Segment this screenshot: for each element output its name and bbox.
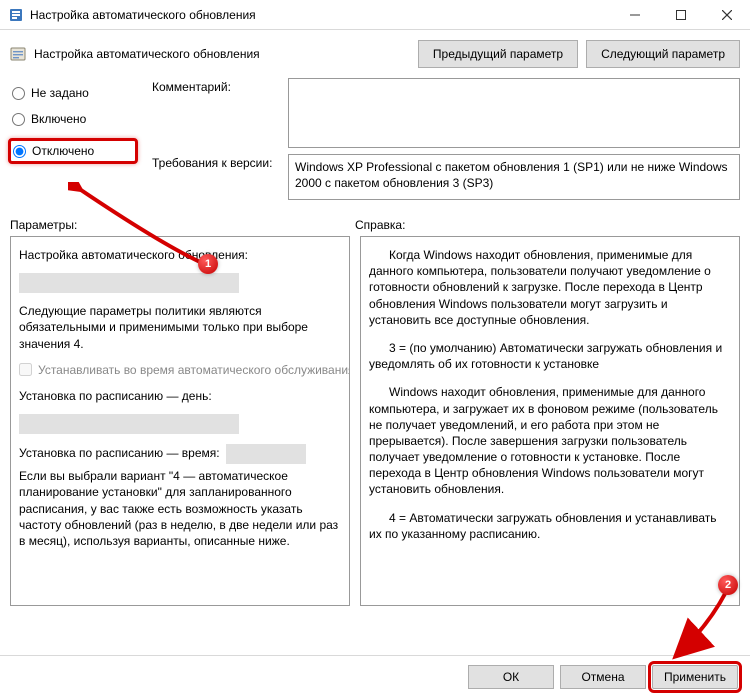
sched-time-dropdown[interactable] xyxy=(226,444,306,464)
maximize-button[interactable] xyxy=(658,0,704,29)
annotation-badge-2: 2 xyxy=(718,575,738,595)
help-p3: Windows находит обновления, применимые д… xyxy=(369,384,731,497)
ok-button[interactable]: ОК xyxy=(468,665,554,689)
radio-disabled[interactable]: Отключено xyxy=(8,138,138,164)
maintenance-checkbox-label: Устанавливать во время автоматического о… xyxy=(38,362,350,378)
params-desc: Следующие параметры политики являются об… xyxy=(19,303,341,352)
comment-label: Комментарий: xyxy=(152,78,280,148)
update-config-dropdown[interactable] xyxy=(19,273,239,293)
bottom-bar: ОК Отмена Применить xyxy=(0,655,750,697)
close-button[interactable] xyxy=(704,0,750,29)
prev-param-button[interactable]: Предыдущий параметр xyxy=(418,40,578,68)
radio-not-configured-label: Не задано xyxy=(31,86,89,100)
params-title: Настройка автоматического обновления: xyxy=(19,247,341,263)
radio-disabled-label: Отключено xyxy=(32,144,94,158)
maintenance-checkbox[interactable] xyxy=(19,363,32,376)
window-buttons xyxy=(612,0,750,29)
app-icon xyxy=(8,7,24,23)
sched-day-label: Установка по расписанию — день: xyxy=(19,388,341,404)
apply-button[interactable]: Применить xyxy=(652,665,738,689)
version-req-label: Требования к версии: xyxy=(152,154,280,200)
help-p2: 3 = (по умолчанию) Автоматически загружа… xyxy=(369,340,731,372)
sched-day-dropdown[interactable] xyxy=(19,414,239,434)
radio-disabled-input[interactable] xyxy=(13,145,26,158)
radio-enabled[interactable]: Включено xyxy=(12,112,132,126)
maintenance-checkbox-row[interactable]: Устанавливать во время автоматического о… xyxy=(19,362,341,378)
help-label: Справка: xyxy=(355,218,740,232)
help-p4: 4 = Автоматически загружать обновления и… xyxy=(369,510,731,542)
version-req-text: Windows XP Professional с пакетом обновл… xyxy=(288,154,740,200)
minimize-button[interactable] xyxy=(612,0,658,29)
next-param-button[interactable]: Следующий параметр xyxy=(586,40,740,68)
params-footer: Если вы выбрали вариант "4 — автоматичес… xyxy=(19,468,341,549)
params-panel[interactable]: Настройка автоматического обновления: Сл… xyxy=(10,236,350,606)
cancel-button[interactable]: Отмена xyxy=(560,665,646,689)
policy-icon xyxy=(10,46,26,62)
radio-enabled-label: Включено xyxy=(31,112,86,126)
radio-enabled-input[interactable] xyxy=(12,113,25,126)
help-p1: Когда Windows находит обновления, примен… xyxy=(369,247,731,328)
sched-time-label: Установка по расписанию — время: xyxy=(19,446,220,460)
top-grid: Не задано Включено Отключено Комментарий… xyxy=(0,74,750,200)
comment-textarea[interactable] xyxy=(288,78,740,148)
params-label: Параметры: xyxy=(10,218,355,232)
state-radio-group: Не задано Включено Отключено xyxy=(12,78,132,200)
header-row: Настройка автоматического обновления Пре… xyxy=(0,30,750,74)
annotation-badge-1: 1 xyxy=(198,254,218,274)
radio-not-configured[interactable]: Не задано xyxy=(12,86,132,100)
section-labels: Параметры: Справка: xyxy=(0,200,750,236)
panels: Настройка автоматического обновления: Сл… xyxy=(0,236,750,606)
radio-not-configured-input[interactable] xyxy=(12,87,25,100)
help-panel[interactable]: Когда Windows находит обновления, примен… xyxy=(360,236,740,606)
policy-title: Настройка автоматического обновления xyxy=(34,47,410,61)
title-bar: Настройка автоматического обновления xyxy=(0,0,750,30)
window-title: Настройка автоматического обновления xyxy=(30,8,612,22)
